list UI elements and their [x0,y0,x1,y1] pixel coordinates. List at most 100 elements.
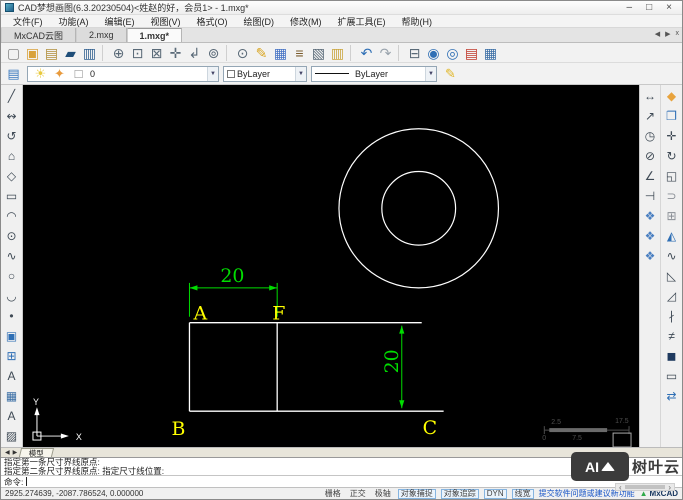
color-palette-icon[interactable]: ▦ [271,44,290,62]
arc-icon[interactable]: ◠ [3,206,21,226]
zoom-extents-icon[interactable]: ⊠ [147,44,166,62]
menu-帮助[interactable]: 帮助(H) [394,15,441,28]
new-file-icon[interactable]: ▢ [4,44,23,62]
watermark-scrollbar[interactable]: ‹ › [615,483,675,492]
vertex-label-B[interactable]: B [172,418,186,440]
polyshape-icon[interactable]: ◇ [3,166,21,186]
layer-lock-icon[interactable]: ✦ [50,65,69,83]
block-insert-icon[interactable]: ⊞ [3,346,21,366]
array-icon[interactable]: ⊞ [663,206,681,226]
open-edit-icon[interactable]: ▣ [23,44,42,62]
chevron-down-icon[interactable]: ▼ [425,66,436,81]
menu-格式[interactable]: 格式(O) [189,15,236,28]
dim-continue-icon[interactable]: ⊣ [641,186,659,206]
mtext-icon[interactable]: A [3,406,21,426]
save-edit-icon[interactable]: ▤ [42,44,61,62]
fillet-icon[interactable]: ◿ [663,286,681,306]
toggle-极轴[interactable]: 极轴 [373,488,393,499]
join-icon[interactable]: ⇄ [663,386,681,406]
revision-cloud-icon[interactable]: ∿ [3,246,21,266]
scroll-thumb[interactable] [624,485,666,489]
hatch-icon[interactable]: ▨ [3,426,21,446]
extend-icon[interactable]: ≠ [663,326,681,346]
properties-edit-icon[interactable]: ✎ [441,65,460,83]
open-folder-icon[interactable]: ▰ [61,44,80,62]
dim-update-icon[interactable]: ❖ [641,246,659,266]
toggle-正交[interactable]: 正交 [348,488,368,499]
scroll-right-icon[interactable]: › [668,483,671,492]
dim-aligned-icon[interactable]: ↗ [641,106,659,126]
zoom-in-icon[interactable]: ⊕ [109,44,128,62]
toggle-线宽[interactable]: 线宽 [511,488,534,499]
ellipse-arc-icon[interactable]: ◡ [3,286,21,306]
menu-绘图[interactable]: 绘图(D) [236,15,283,28]
box-3d-icon[interactable]: ◼ [663,346,681,366]
save-icon[interactable]: ▥ [80,44,99,62]
polygon-icon[interactable]: ⌂ [3,146,21,166]
ellipse-icon[interactable]: ○ [3,266,21,286]
dimension-text[interactable]: 20 [381,349,403,373]
export-image-icon[interactable]: ▦ [481,44,500,62]
close-button[interactable]: × [666,2,672,13]
toggle-栅格[interactable]: 栅格 [323,488,343,499]
menu-文件[interactable]: 文件(F) [5,15,51,28]
trim-icon[interactable]: ∤ [663,306,681,326]
linetype-manager-icon[interactable]: ≡ [290,44,309,62]
toggle-DYN[interactable]: DYN [483,488,507,499]
document-tab-2.mxg[interactable]: 2.mxg [76,28,127,42]
menu-编辑[interactable]: 编辑(E) [97,15,143,28]
color-select[interactable]: ByLayer ▼ [223,65,307,82]
image-attach-icon[interactable]: ▦ [3,386,21,406]
toggle-对象追踪[interactable]: 对象追踪 [440,488,479,499]
region-icon[interactable]: ▭ [663,366,681,386]
publish-web-icon[interactable]: ◉ [424,44,443,62]
canvas-drawing[interactable]: 20 20 A F B C Y X 2.5 17.5 0 7.5 [23,85,639,447]
menu-功能[interactable]: 功能(A) [51,15,97,28]
menu-修改[interactable]: 修改(M) [282,15,330,28]
print-icon[interactable]: ⊟ [405,44,424,62]
tab-next-button[interactable]: ▶ [665,30,670,38]
undo-icon[interactable]: ↶ [357,44,376,62]
tab-close-button[interactable]: x [676,30,680,38]
maximize-button[interactable]: □ [646,2,652,13]
dim-angular-icon[interactable]: ∠ [641,166,659,186]
pan-icon[interactable]: ✛ [166,44,185,62]
minimize-button[interactable]: – [627,2,633,13]
tab-prev-button[interactable]: ◀ [655,30,660,38]
layout-prev-button[interactable]: ◀ [5,449,10,456]
linetype-select[interactable]: ByLayer ▼ [311,65,437,82]
dimension-text[interactable]: 20 [220,265,244,287]
draw-pencil-icon[interactable]: ✎ [252,44,271,62]
ray-icon[interactable]: ↭ [3,106,21,126]
text-icon[interactable]: A [3,366,21,386]
rotate-icon[interactable]: ↻ [663,146,681,166]
offset-icon[interactable]: ⊃ [663,186,681,206]
scale-icon[interactable]: ◱ [663,166,681,186]
drawing-canvas[interactable]: 20 20 A F B C Y X 2.5 17.5 0 7.5 [23,85,639,447]
document-tab-1.mxg*[interactable]: 1.mxg* [126,28,183,42]
dim-radius-icon[interactable]: ◷ [641,126,659,146]
save-as-icon[interactable]: ▥ [328,44,347,62]
block-create-icon[interactable]: ▣ [3,326,21,346]
find-icon[interactable]: ⊙ [233,44,252,62]
rectangle-icon[interactable]: ▭ [3,186,21,206]
circle-icon[interactable]: ⊙ [3,226,21,246]
tab-model[interactable]: 模型 [19,448,55,458]
toggle-对象捕捉[interactable]: 对象捕捉 [397,488,436,499]
network-icon[interactable]: ◎ [443,44,462,62]
chamfer-icon[interactable]: ◺ [663,266,681,286]
layout-next-button[interactable]: ▶ [13,449,18,456]
point-icon[interactable]: • [3,306,21,326]
mirror-icon[interactable]: ◭ [663,226,681,246]
zoom-scale-icon[interactable]: ⊚ [204,44,223,62]
vertex-label-C[interactable]: C [423,417,437,439]
vertex-label-F[interactable]: F [272,303,285,325]
chevron-down-icon[interactable]: ▼ [295,66,306,81]
polyline-icon[interactable]: ↺ [3,126,21,146]
erase-icon[interactable]: ◆ [663,86,681,106]
vertex-label-A[interactable]: A [192,303,207,325]
dim-linear-icon[interactable]: ↔ [641,86,659,106]
chevron-down-icon[interactable]: ▼ [207,66,218,81]
line-icon[interactable]: ╱ [3,86,21,106]
scroll-left-icon[interactable]: ‹ [619,483,622,492]
